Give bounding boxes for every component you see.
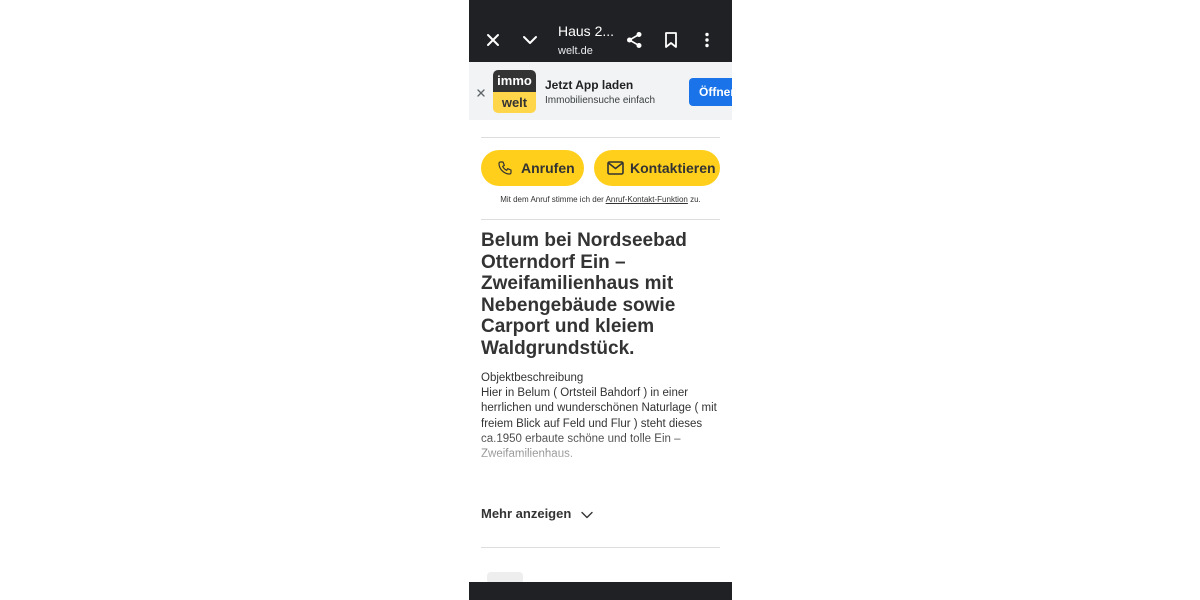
logo-top-text: immo [493,70,536,92]
phone-icon [498,161,512,175]
listing-headline: Belum bei Nordseebad Otterndorf Ein – Zw… [481,230,687,359]
bookmark-icon[interactable] [664,32,678,48]
banner-close-icon[interactable] [477,89,485,97]
mail-icon [607,161,624,175]
immowelt-logo: immo welt [493,70,536,113]
chevron-down-icon[interactable] [522,34,538,46]
banner-title: Jetzt App laden [545,78,634,92]
show-more-button[interactable]: Mehr anzeigen [481,506,593,521]
system-navigation-bar [469,582,732,600]
consent-link[interactable]: Anruf-Kontakt-Funktion [606,195,688,204]
contact-button-label: Kontaktieren [630,160,716,176]
browser-toolbar: Haus 2... welt.de [469,0,732,62]
page-title: Haus 2... [558,23,615,39]
call-button[interactable]: Anrufen [481,150,584,186]
divider [481,137,720,138]
open-app-button[interactable]: Öffnen [689,78,732,106]
description-fade [469,432,732,468]
page-url: welt.de [558,45,593,57]
call-button-label: Anrufen [521,160,575,176]
app-install-banner: immo welt Jetzt App laden Immobiliensuch… [469,62,732,120]
share-icon[interactable] [626,31,643,49]
banner-subtitle: Immobiliensuche einfach [545,95,656,106]
show-more-label: Mehr anzeigen [481,506,572,521]
phone-screen: Haus 2... welt.de immo welt Jetzt App la… [469,0,732,600]
close-icon[interactable] [486,33,500,47]
consent-prefix: Mit dem Anruf stimme ich der [500,195,606,204]
divider [481,547,720,548]
contact-button[interactable]: Kontaktieren [594,150,720,186]
logo-bottom-text: welt [493,92,536,113]
chevron-down-icon [581,511,593,518]
call-consent-text: Mit dem Anruf stimme ich der Anruf-Konta… [469,195,732,204]
more-vert-icon[interactable] [704,32,710,48]
description-heading: Objektbeschreibung [481,372,584,384]
consent-suffix: zu. [687,195,701,204]
divider [481,219,720,220]
